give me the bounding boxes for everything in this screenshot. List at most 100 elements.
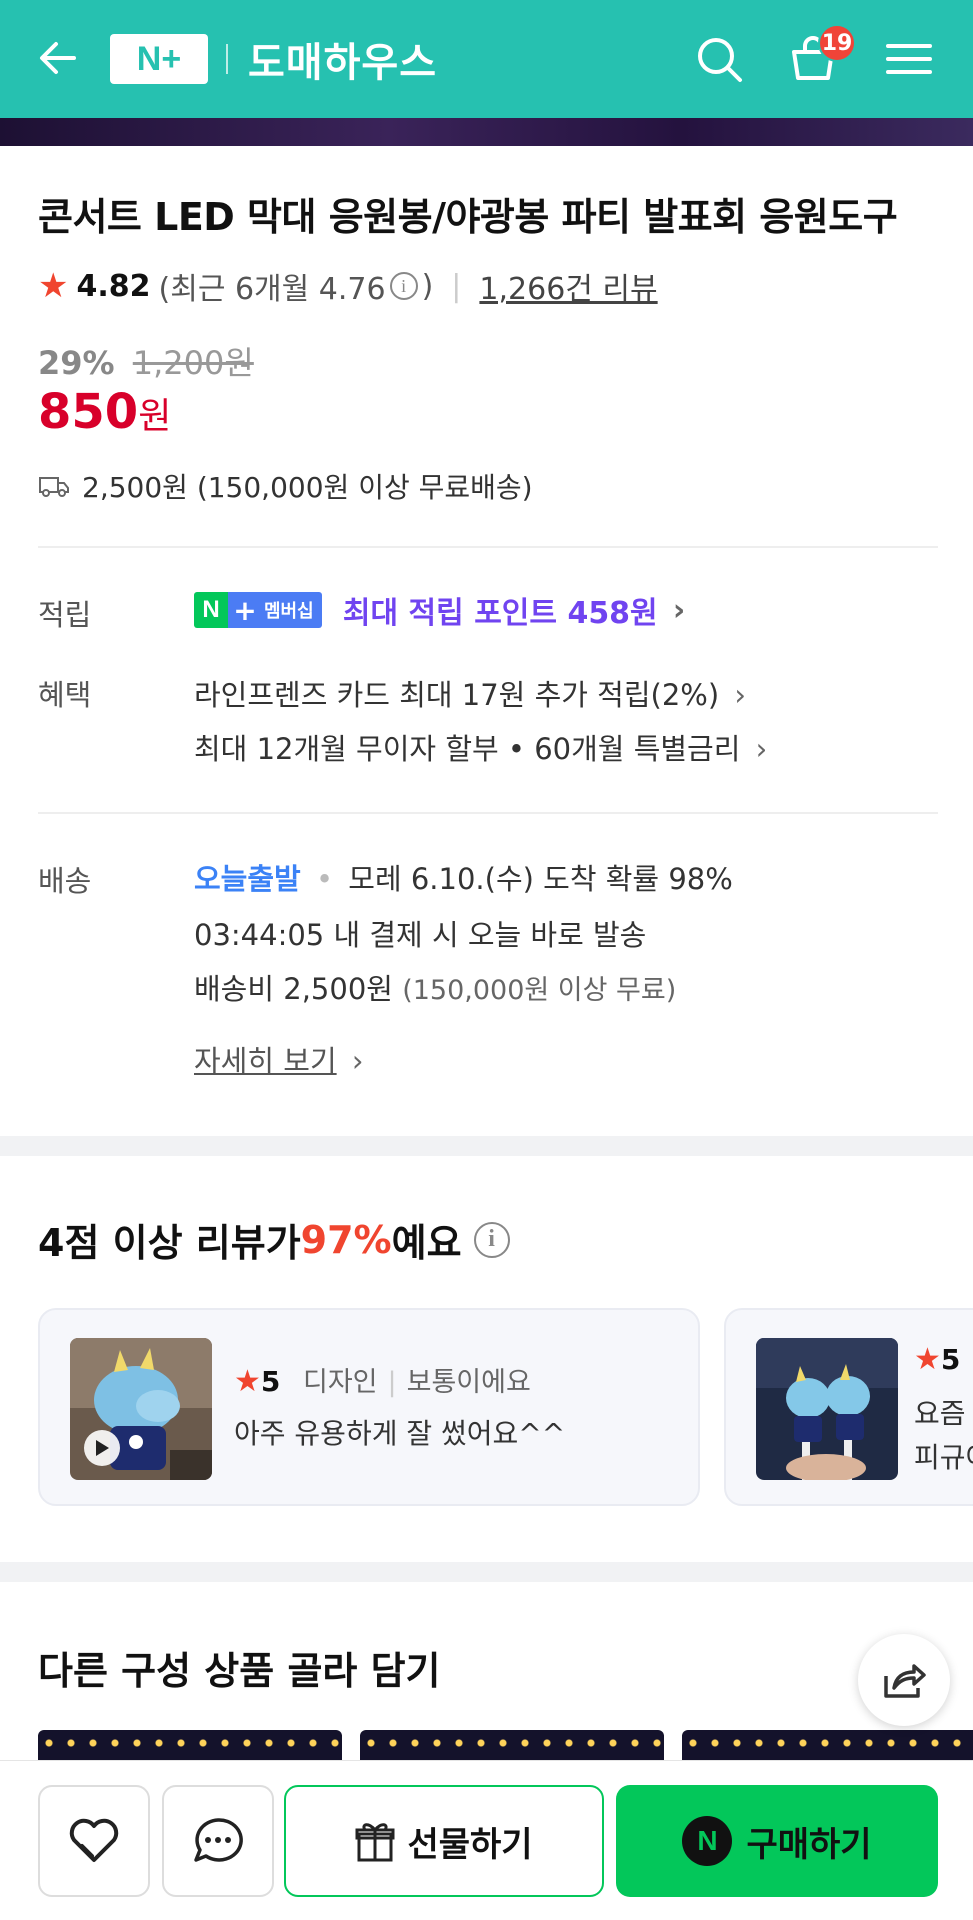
chat-bubble-icon — [194, 1818, 243, 1862]
detail-link-row[interactable]: 자세히 보기 › — [194, 1038, 363, 1080]
plus-icon: + — [228, 592, 262, 628]
share-icon — [884, 1664, 926, 1698]
points-row[interactable]: N + 멤버십 최대 적립 포인트 458원 › — [194, 588, 685, 632]
review-tag: 디자인 — [302, 1367, 378, 1398]
app-header: N+ 도매하우스 19 — [0, 0, 973, 118]
star-icon: ★ — [38, 266, 69, 306]
review-tag-value: 보통이에요 — [406, 1367, 531, 1398]
product-image-strip — [0, 118, 973, 146]
chevron-right-icon: › — [672, 592, 686, 628]
divider: | — [451, 268, 462, 304]
detail-link: 자세히 보기 — [194, 1044, 337, 1078]
cart-count-badge: 19 — [818, 24, 856, 62]
play-icon[interactable] — [84, 1430, 120, 1466]
review-meta: ★5 — [914, 1342, 973, 1377]
review-text-line1: 요즘 — [914, 1397, 966, 1430]
benefit-text-2: 최대 12개월 무이자 할부 • 60개월 특별금리 — [194, 732, 741, 766]
combo-section-title: 다른 구성 상품 골라 담기 — [38, 1649, 441, 1693]
recent-rating: (최근 6개월 4.76 — [158, 272, 386, 307]
delivery-label: 배송 — [38, 864, 92, 898]
section-separator — [0, 1562, 973, 1582]
truck-icon — [39, 477, 69, 497]
back-arrow-icon[interactable] — [34, 34, 82, 82]
string-lights — [360, 1738, 664, 1748]
store-name[interactable]: 도매하우스 — [248, 30, 437, 88]
recent-rating-close: ) — [421, 268, 434, 304]
delivery-fee-note: (150,000원 이상 무료) — [402, 975, 677, 1006]
talk-button[interactable] — [162, 1785, 274, 1897]
delivery-fee-row: 배송비 2,500원 (150,000원 이상 무료) — [194, 966, 676, 1008]
logo-divider — [226, 44, 228, 74]
star-icon: ★ — [914, 1342, 941, 1377]
chevron-right-icon: › — [755, 732, 768, 766]
n-logo-icon: N — [194, 592, 228, 628]
review-photo[interactable] — [70, 1338, 212, 1480]
review-meta: ★5 디자인 | 보통이에요 — [234, 1360, 531, 1399]
heart-check-icon — [69, 1818, 119, 1862]
rating-score: 4.82 — [76, 268, 151, 304]
gift-button[interactable]: 선물하기 — [284, 1785, 604, 1897]
info-icon[interactable]: i — [473, 1221, 510, 1258]
search-icon[interactable] — [692, 32, 746, 86]
naver-plus-logo[interactable]: N+ — [110, 34, 208, 84]
string-lights — [682, 1738, 973, 1748]
gift-label: 선물하기 — [407, 1824, 533, 1865]
review-text: 아주 유용하게 잘 썼어요^^ — [234, 1417, 566, 1450]
logo-text: N+ — [136, 39, 182, 78]
figure-photo — [756, 1338, 898, 1480]
naver-pay-icon: N — [682, 1816, 733, 1866]
review-photo[interactable] — [756, 1338, 898, 1480]
product-page: N+ 도매하우스 19 콘서트 LED 막대 응원봉/야광봉 파티 발표회 응원… — [0, 0, 973, 1920]
rating-row: ★ 4.82 (최근 6개월 4.76 i ) | 1,266건 리뷰 — [38, 264, 658, 308]
review-score: 5 — [940, 1343, 961, 1376]
review-title-suffix: 예요 — [391, 1221, 462, 1265]
points-label: 적립 — [38, 598, 92, 632]
delivery-cutoff: 03:44:05 내 결제 시 오늘 바로 발송 — [194, 918, 647, 952]
npay-membership-badge: N + 멤버십 — [194, 592, 322, 628]
review-score: 5 — [260, 1365, 281, 1398]
review-title-prefix: 4점 이상 리뷰가 — [38, 1221, 301, 1265]
review-section-title: 4점 이상 리뷰가 97% 예요 i — [38, 1212, 514, 1267]
star-icon: ★ — [234, 1364, 261, 1399]
discount-row: 29% 1,200원 — [38, 338, 254, 384]
share-button[interactable] — [858, 1634, 950, 1726]
section-separator — [0, 1136, 973, 1156]
benefit-row-2[interactable]: 최대 12개월 무이자 할부 • 60개월 특별금리 › — [194, 726, 767, 768]
membership-text: 멤버십 — [262, 592, 322, 628]
price-unit: 원 — [138, 396, 172, 437]
points-text: 최대 적립 포인트 458원 — [342, 596, 658, 631]
divider — [38, 812, 938, 814]
divider — [38, 546, 938, 548]
bottom-action-bar: 선물하기 N 구매하기 — [0, 1760, 973, 1920]
original-price: 1,200원 — [132, 344, 254, 382]
review-count-link[interactable]: 1,266건 리뷰 — [479, 264, 657, 308]
review-text-line2: 피규어 — [914, 1441, 973, 1474]
discount-percent: 29% — [38, 344, 115, 382]
string-lights — [38, 1738, 342, 1748]
review-card[interactable]: ★5 요즘 피규어 — [724, 1308, 973, 1506]
buy-label: 구매하기 — [746, 1824, 872, 1865]
benefit-row-1[interactable]: 라인프렌즈 카드 최대 17원 추가 적립(2%) › — [194, 672, 746, 714]
delivery-row: 오늘출발 • 모레 6.10.(수) 도착 확률 98% — [194, 856, 733, 898]
chevron-right-icon: › — [734, 678, 746, 712]
product-title: 콘서트 LED 막대 응원봉/야광봉 파티 발표회 응원도구 — [38, 195, 898, 239]
delivery-arrival: 모레 6.10.(수) 도착 확률 98% — [348, 862, 733, 896]
gift-icon — [355, 1823, 395, 1862]
today-dispatch-badge: 오늘출발 — [194, 862, 301, 896]
shipping-row: 2,500원 (150,000원 이상 무료배송) — [38, 466, 533, 506]
buy-button[interactable]: N 구매하기 — [616, 1785, 938, 1897]
shipping-text: 2,500원 (150,000원 이상 무료배송) — [82, 471, 533, 504]
wishlist-button[interactable] — [38, 1785, 150, 1897]
price-value: 850 — [38, 384, 139, 440]
review-title-percent: 97% — [300, 1217, 392, 1262]
info-icon[interactable]: i — [389, 272, 418, 300]
chevron-right-icon: › — [351, 1044, 364, 1078]
sale-price: 850원 — [38, 384, 171, 440]
menu-icon[interactable] — [882, 32, 936, 86]
benefit-label: 혜택 — [38, 678, 92, 712]
dot-separator: • — [315, 862, 334, 896]
divider: | — [387, 1367, 397, 1398]
review-card[interactable]: ★5 디자인 | 보통이에요 아주 유용하게 잘 썼어요^^ — [38, 1308, 700, 1506]
benefit-text-1: 라인프렌즈 카드 최대 17원 추가 적립(2%) — [194, 678, 720, 712]
delivery-fee: 배송비 2,500원 — [194, 972, 393, 1006]
